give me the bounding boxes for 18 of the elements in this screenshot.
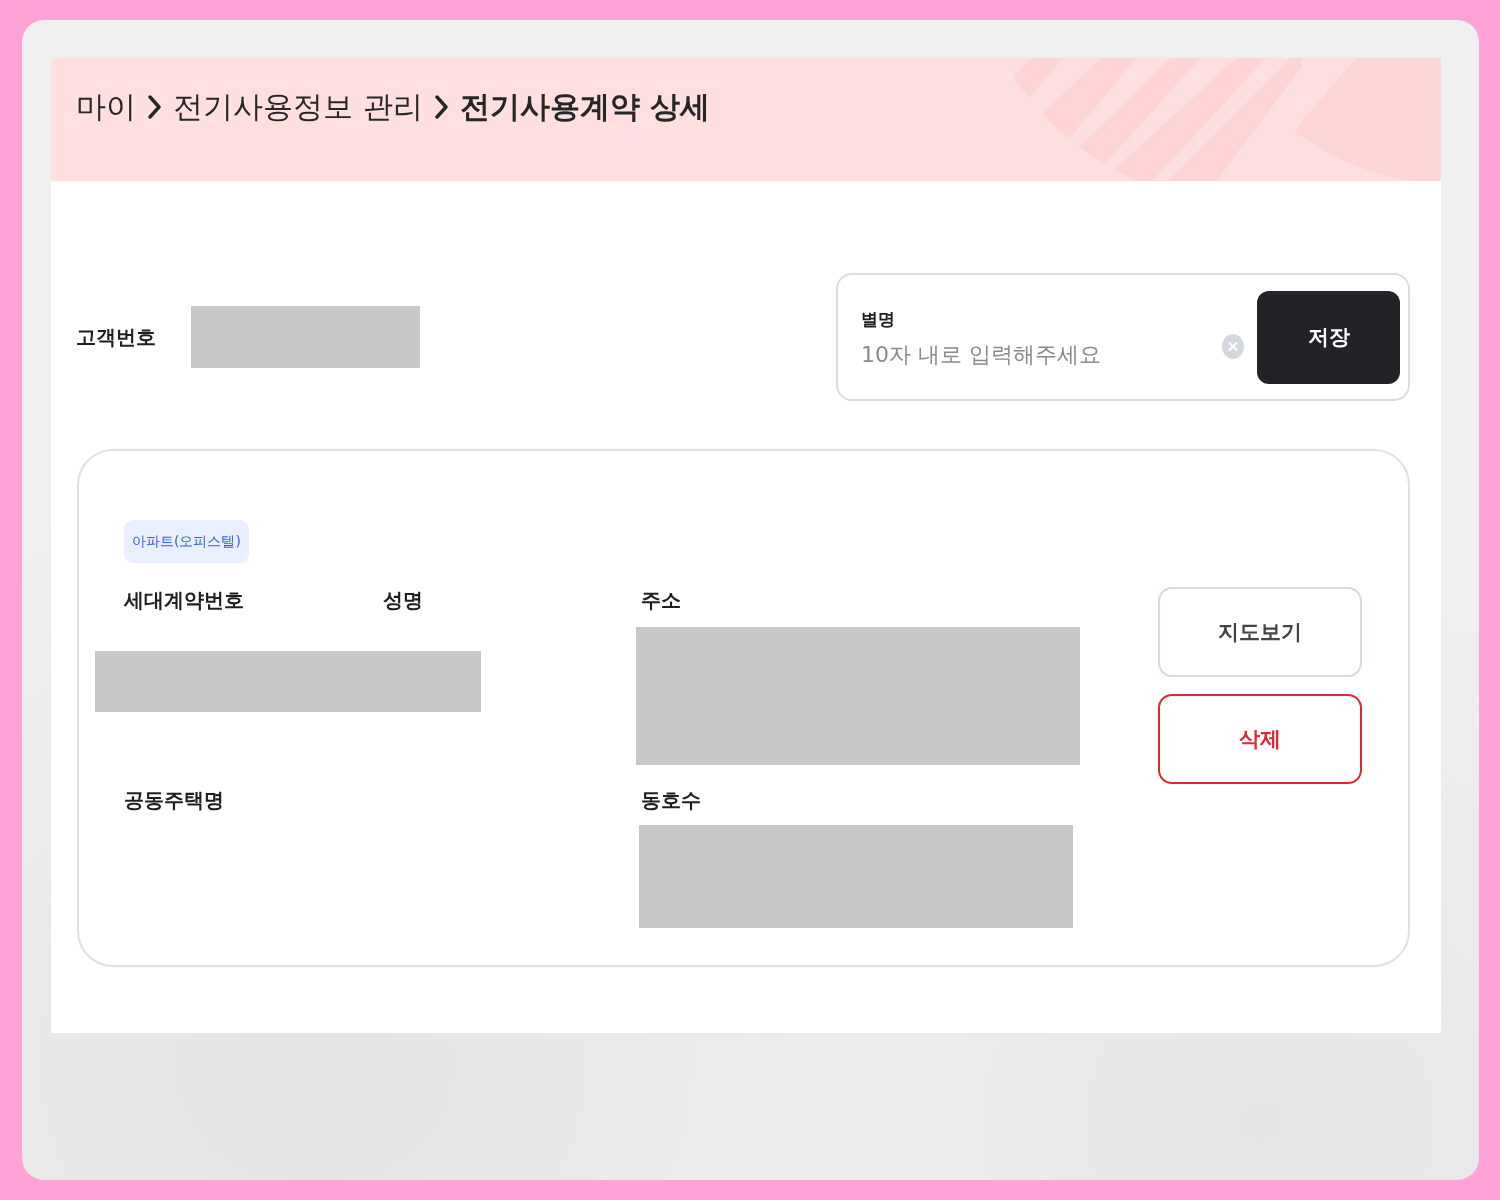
housing-type-tag: 아파트(오피스텔): [124, 520, 249, 563]
field-label: 동호수: [641, 787, 701, 814]
alias-label: 별명: [861, 308, 895, 330]
chevron-right-icon: [148, 95, 161, 119]
field-label: 주소: [641, 587, 681, 614]
chevron-right-icon: [434, 95, 448, 119]
map-view-button[interactable]: 지도보기: [1158, 587, 1362, 677]
field-label: 성명: [383, 587, 423, 614]
field-label: 공동주택명: [124, 787, 224, 814]
delete-button[interactable]: 삭제: [1158, 694, 1362, 784]
breadcrumb-link[interactable]: 전기사용계약 상세: [459, 88, 710, 126]
clear-icon[interactable]: [1222, 333, 1244, 359]
breadcrumb-link[interactable]: 마이: [76, 88, 136, 126]
breadcrumb-link[interactable]: 전기사용정보 관리: [173, 88, 423, 126]
customer-number-label: 고객번호: [76, 324, 156, 351]
field-label: 세대계약번호: [124, 587, 244, 614]
save-button[interactable]: 저장: [1257, 290, 1400, 384]
alias-input[interactable]: 10자 내로 입력해주세요: [861, 340, 1201, 370]
